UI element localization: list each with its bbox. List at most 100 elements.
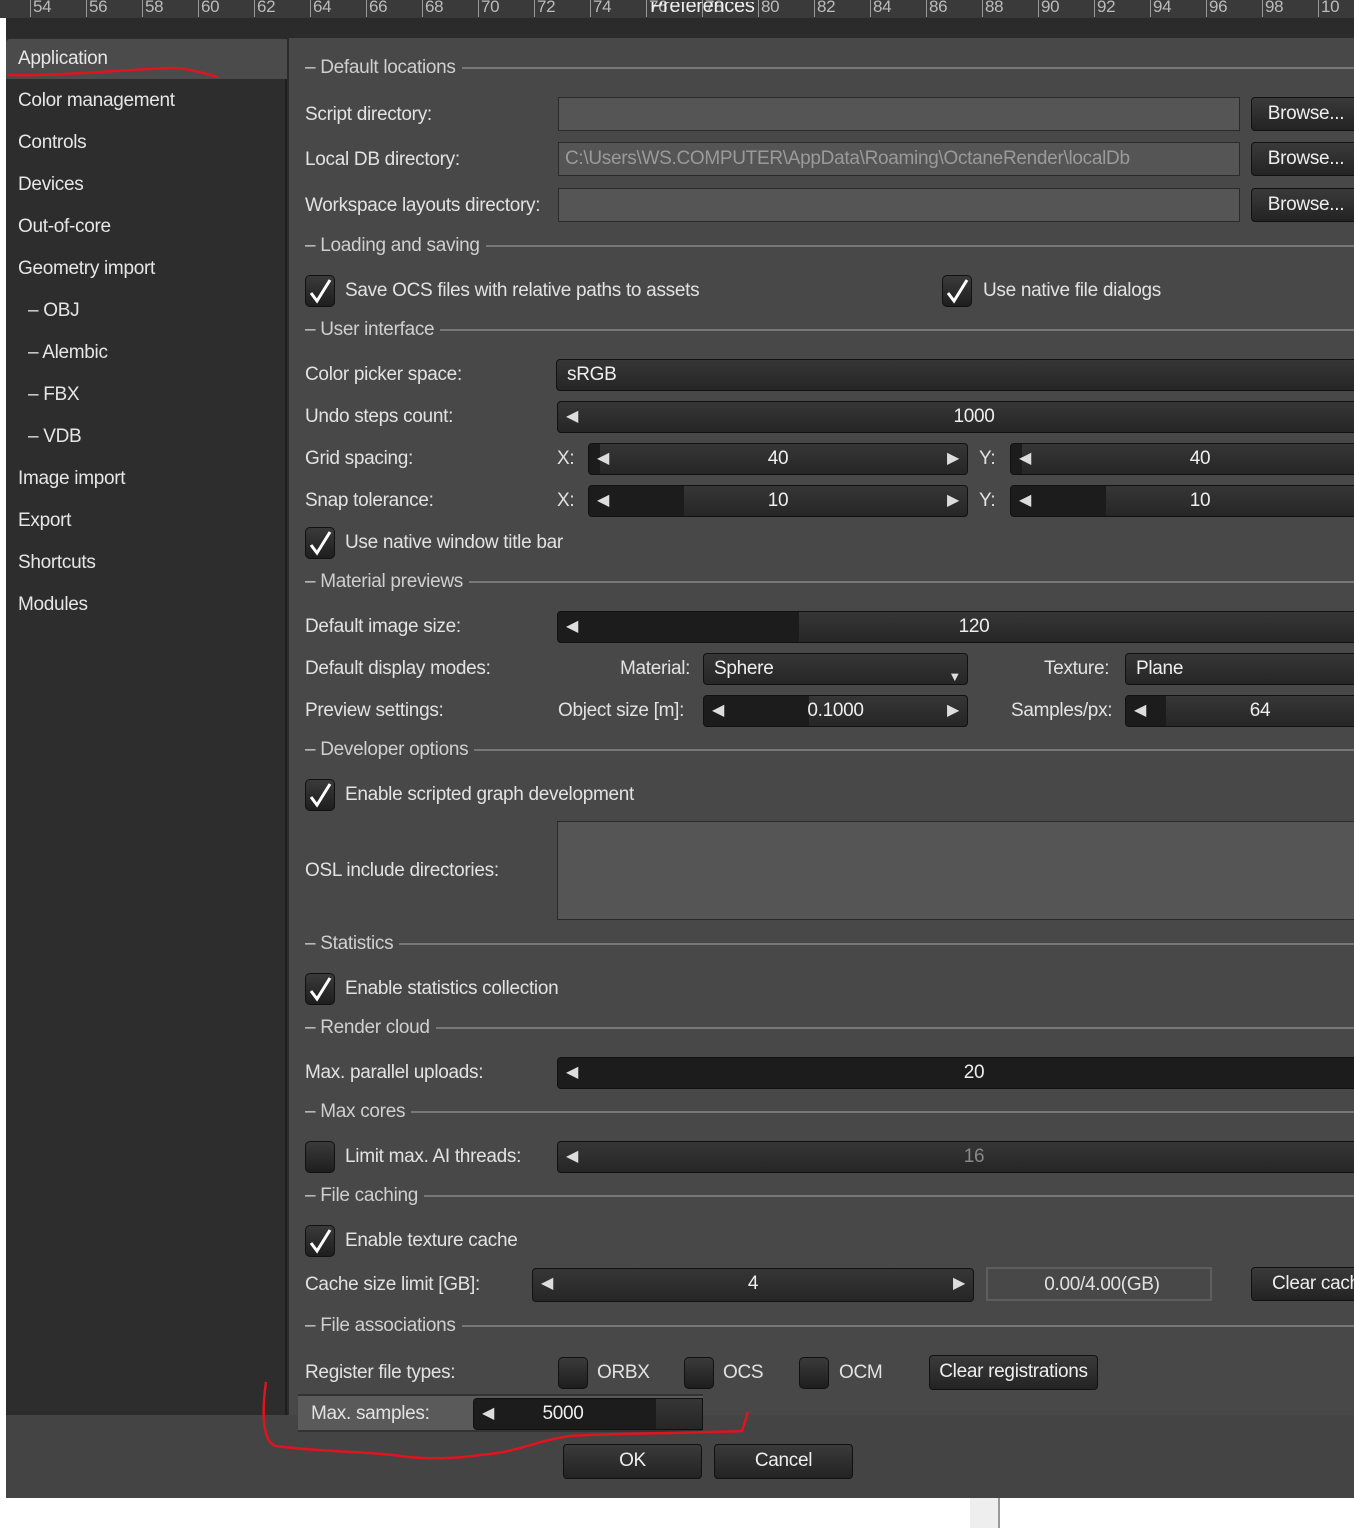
statistics-checkbox[interactable] [305, 973, 335, 1005]
texture-value: Plane [1136, 658, 1184, 679]
arrow-right-icon[interactable]: ▶ [947, 444, 959, 474]
section-max-cores: – Max cores [305, 1101, 1354, 1122]
section-title: – File caching [305, 1185, 419, 1206]
snap-y-value: 10 [1189, 490, 1211, 511]
texture-label: Texture: [1044, 658, 1110, 679]
statistics-label: Enable statistics collection [345, 978, 559, 999]
grid-y-slider[interactable]: ◀ 40 [1010, 443, 1354, 475]
sidebar-item-color-management[interactable]: Color management [6, 81, 287, 121]
ocs-checkbox[interactable] [684, 1357, 714, 1389]
native-dialogs-label: Use native file dialogs [983, 280, 1161, 301]
sidebar-item-devices[interactable]: Devices [6, 165, 287, 205]
scripted-graph-checkbox[interactable] [305, 779, 335, 811]
section-file-associations: – File associations [305, 1315, 1354, 1336]
section-title: – Material previews [305, 571, 463, 592]
section-title: – Developer options [305, 739, 469, 760]
ocm-checkbox[interactable] [799, 1357, 829, 1389]
color-picker-dropdown[interactable]: sRGB [556, 359, 1354, 391]
clear-cache-button[interactable]: Clear cache [1251, 1267, 1354, 1301]
ai-threads-slider[interactable]: ◀ 16 [557, 1141, 1354, 1173]
parallel-uploads-value: 20 [963, 1062, 985, 1083]
ruler-tick: 82 [814, 0, 836, 17]
section-render-cloud: – Render cloud [305, 1017, 1354, 1038]
undo-steps-label: Undo steps count: [305, 406, 454, 427]
samples-px-value: 64 [1249, 700, 1271, 721]
ruler-tick: 56 [86, 0, 108, 17]
color-picker-value: sRGB [567, 364, 617, 385]
ruler-tick: 86 [926, 0, 948, 17]
parallel-uploads-slider[interactable]: ◀ 20 [557, 1057, 1354, 1089]
ok-button[interactable]: OK [563, 1444, 702, 1479]
default-image-size-slider[interactable]: ◀ 120 [557, 611, 1354, 643]
checkmark-icon [309, 977, 332, 1002]
snap-x-value: 10 [767, 490, 789, 511]
settings-panel: – Default locations Script directory: Br… [289, 38, 1354, 1415]
ruler-tick: 10 [1318, 0, 1340, 17]
sidebar-item-modules[interactable]: Modules [6, 585, 287, 625]
sidebar-item-vdb[interactable]: – VDB [6, 417, 287, 457]
osl-dirs-textarea[interactable] [557, 821, 1354, 920]
texture-dropdown[interactable]: Plane [1125, 653, 1354, 685]
sidebar-item-controls[interactable]: Controls [6, 123, 287, 163]
orbx-checkbox[interactable] [558, 1357, 588, 1389]
save-ocs-checkbox[interactable] [305, 275, 335, 307]
sidebar-item-fbx[interactable]: – FBX [6, 375, 287, 415]
orbx-label: ORBX [597, 1362, 650, 1383]
material-dropdown[interactable]: Sphere ▼ [703, 653, 968, 685]
sidebar: Application Color management Controls De… [6, 38, 287, 1415]
max-samples-slider[interactable]: ◀ 5000 [473, 1398, 703, 1430]
cancel-button[interactable]: Cancel [714, 1444, 853, 1479]
snap-x-label: X: [557, 490, 575, 511]
grid-x-slider[interactable]: ◀ 40 ▶ [588, 443, 968, 475]
checkmark-icon [309, 783, 332, 808]
texture-cache-checkbox[interactable] [305, 1225, 335, 1257]
localdb-dir-input[interactable]: C:\Users\WS.COMPUTER\AppData\Roaming\Oct… [558, 142, 1240, 176]
sidebar-item-geometry-import[interactable]: Geometry import [6, 249, 287, 289]
samples-px-slider[interactable]: ◀ 64 [1125, 695, 1354, 727]
sidebar-item-image-import[interactable]: Image import [6, 459, 287, 499]
checkmark-icon [309, 531, 332, 556]
undo-steps-slider[interactable]: ◀ 1000 [557, 401, 1354, 433]
cache-limit-slider[interactable]: ◀ 4 ▶ [532, 1268, 974, 1302]
sidebar-item-export[interactable]: Export [6, 501, 287, 541]
arrow-right-icon[interactable]: ▶ [947, 486, 959, 516]
workspace-dir-input[interactable] [558, 188, 1240, 222]
ocs-label: OCS [723, 1362, 764, 1383]
ruler-tick: 62 [254, 0, 276, 17]
max-samples-row: Max. samples: ◀ 5000 [298, 1394, 703, 1432]
sidebar-item-shortcuts[interactable]: Shortcuts [6, 543, 287, 583]
clear-registrations-button[interactable]: Clear registrations [929, 1355, 1098, 1390]
object-size-slider[interactable]: ◀ 0.1000 ▶ [703, 695, 968, 727]
ruler-tick: 96 [1206, 0, 1228, 17]
ruler-tick: 88 [982, 0, 1004, 17]
grid-x-label: X: [557, 448, 575, 469]
native-titlebar-checkbox[interactable] [305, 527, 335, 559]
ocm-label: OCM [839, 1362, 883, 1383]
snap-y-label: Y: [979, 490, 996, 511]
section-material-previews: – Material previews [305, 571, 1354, 592]
samples-px-label: Samples/px: [1011, 700, 1113, 721]
ruler-tick: 66 [366, 0, 388, 17]
browse-workspace-button[interactable]: Browse... [1251, 188, 1354, 222]
ai-threads-checkbox[interactable] [305, 1141, 335, 1173]
script-dir-input[interactable] [558, 97, 1240, 131]
snap-x-slider[interactable]: ◀ 10 ▶ [588, 485, 968, 517]
cache-usage-display: 0.00/4.00(GB) [986, 1267, 1212, 1301]
sidebar-item-application[interactable]: Application [6, 39, 287, 79]
sidebar-item-alembic[interactable]: – Alembic [6, 333, 287, 373]
sidebar-item-out-of-core[interactable]: Out-of-core [6, 207, 287, 247]
ruler-tick: 58 [142, 0, 164, 17]
sidebar-item-obj[interactable]: – OBJ [6, 291, 287, 331]
parallel-uploads-label: Max. parallel uploads: [305, 1062, 484, 1083]
browse-localdb-button[interactable]: Browse... [1251, 142, 1354, 176]
native-dialogs-checkbox[interactable] [942, 275, 972, 307]
browse-script-button[interactable]: Browse... [1251, 97, 1354, 131]
material-label: Material: [620, 658, 691, 679]
snap-y-slider[interactable]: ◀ 10 [1010, 485, 1354, 517]
arrow-right-icon[interactable]: ▶ [947, 696, 959, 726]
grid-y-label: Y: [979, 448, 996, 469]
cache-limit-label: Cache size limit [GB]: [305, 1274, 481, 1295]
color-picker-label: Color picker space: [305, 364, 462, 385]
arrow-right-icon[interactable]: ▶ [953, 1269, 965, 1299]
material-value: Sphere [714, 658, 774, 679]
